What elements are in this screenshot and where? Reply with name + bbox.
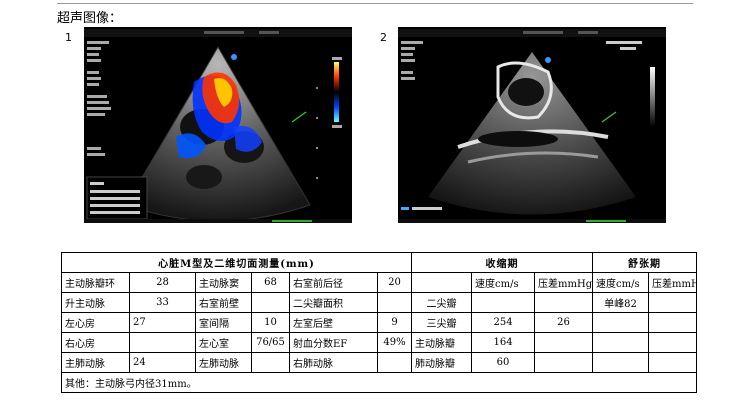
cell-value: 76/65 bbox=[251, 332, 290, 353]
cell-value bbox=[534, 352, 594, 373]
cell-value: 254 bbox=[471, 312, 536, 333]
cell-subheader: 速度cm/s bbox=[471, 272, 536, 293]
cell-label: 二尖瓣面积 bbox=[289, 292, 378, 313]
cell-label: 升主动脉 bbox=[61, 292, 130, 313]
cell-label: 左室后壁 bbox=[289, 312, 378, 333]
section-title: 超声图像： bbox=[57, 11, 123, 26]
ultrasound-image-2 bbox=[398, 27, 666, 223]
cell-value bbox=[251, 352, 290, 373]
cell-label: 右室前壁 bbox=[195, 292, 252, 313]
cell-label: 室间隔 bbox=[195, 312, 252, 333]
cell-label: 右肺动脉 bbox=[289, 352, 378, 373]
cell-label: 右心房 bbox=[61, 332, 130, 353]
top-rule bbox=[57, 3, 693, 4]
table-row: 主肺动脉 24 左肺动脉 右肺动脉 肺动脉瓣 60 bbox=[61, 352, 698, 373]
ultrasound-image-1 bbox=[84, 27, 352, 223]
cell-value bbox=[648, 292, 698, 313]
header-systolic: 收缩期 bbox=[411, 252, 594, 273]
cell-value: 68 bbox=[251, 272, 290, 293]
cell-value bbox=[251, 292, 290, 313]
table-row: 升主动脉 33 右室前壁 二尖瓣面积 二尖瓣 单峰82 bbox=[61, 292, 698, 313]
cell-value bbox=[471, 292, 536, 313]
cell-valve: 二尖瓣 bbox=[411, 292, 473, 313]
cell-value: 164 bbox=[471, 332, 536, 353]
cell-value bbox=[534, 332, 594, 353]
cell-value: 单峰82 bbox=[592, 292, 650, 313]
header-diastolic: 舒张期 bbox=[592, 252, 698, 273]
cell-value bbox=[592, 332, 650, 353]
cell-value: 28 bbox=[129, 272, 196, 293]
cell-subheader: 压差mmHg bbox=[648, 272, 698, 293]
cell-label: 右室前后径 bbox=[289, 272, 378, 293]
cell-value: 49% bbox=[376, 332, 413, 353]
cell-value bbox=[376, 352, 413, 373]
cell-value bbox=[648, 312, 698, 333]
cell-value: 26 bbox=[534, 312, 594, 333]
cell-value: 10 bbox=[251, 312, 290, 333]
cell-label: 左肺动脉 bbox=[195, 352, 252, 373]
cell-value bbox=[648, 352, 698, 373]
cell-value: 33 bbox=[129, 292, 196, 313]
cell-value: 9 bbox=[376, 312, 413, 333]
cell-label: 射血分数EF bbox=[289, 332, 378, 353]
cell-value bbox=[376, 292, 413, 313]
cell-label: 主动脉瓣环 bbox=[61, 272, 130, 293]
cell-value bbox=[592, 352, 650, 373]
cell-value bbox=[648, 332, 698, 353]
cell-value bbox=[592, 312, 650, 333]
cell-valve bbox=[411, 272, 473, 293]
cell-label: 主动脉窦 bbox=[195, 272, 252, 293]
table-header-row: 心脏M型及二维切面测量(mm) 收缩期 舒张期 bbox=[60, 252, 698, 273]
cell-value bbox=[129, 332, 196, 353]
cell-label: 左心室 bbox=[195, 332, 252, 353]
cell-valve: 肺动脉瓣 bbox=[411, 352, 473, 373]
cell-subheader: 压差mmHg bbox=[534, 272, 594, 293]
image-number-2: 2 bbox=[380, 31, 387, 44]
table-row-other: 其他：主动脉弓内径31mm。 bbox=[60, 372, 698, 393]
cell-valve: 主动脉瓣 bbox=[411, 332, 473, 353]
cell-value: 24 bbox=[129, 352, 196, 373]
cell-subheader: 速度cm/s bbox=[592, 272, 650, 293]
cell-valve: 三尖瓣 bbox=[411, 312, 473, 333]
header-morphology: 心脏M型及二维切面测量(mm) bbox=[60, 252, 413, 273]
measurement-table: 心脏M型及二维切面测量(mm) 收缩期 舒张期 主动脉瓣环 28 主动脉窦 68… bbox=[60, 252, 698, 393]
table-row: 右心房 左心室 76/65 射血分数EF 49% 主动脉瓣 164 bbox=[61, 332, 698, 353]
cell-label: 主肺动脉 bbox=[61, 352, 130, 373]
other-notes: 其他：主动脉弓内径31mm。 bbox=[60, 372, 698, 393]
table-row: 主动脉瓣环 28 主动脉窦 68 右室前后径 20 速度cm/s 压差mmHg … bbox=[61, 272, 698, 293]
table-row: 左心房 27 室间隔 10 左室后壁 9 三尖瓣 254 26 bbox=[61, 312, 698, 333]
image-number-1: 1 bbox=[65, 31, 72, 44]
cell-label: 左心房 bbox=[61, 312, 130, 333]
cell-value: 60 bbox=[471, 352, 536, 373]
cell-value bbox=[534, 292, 594, 313]
cell-value: 20 bbox=[376, 272, 413, 293]
cell-value: 27 bbox=[129, 312, 196, 333]
